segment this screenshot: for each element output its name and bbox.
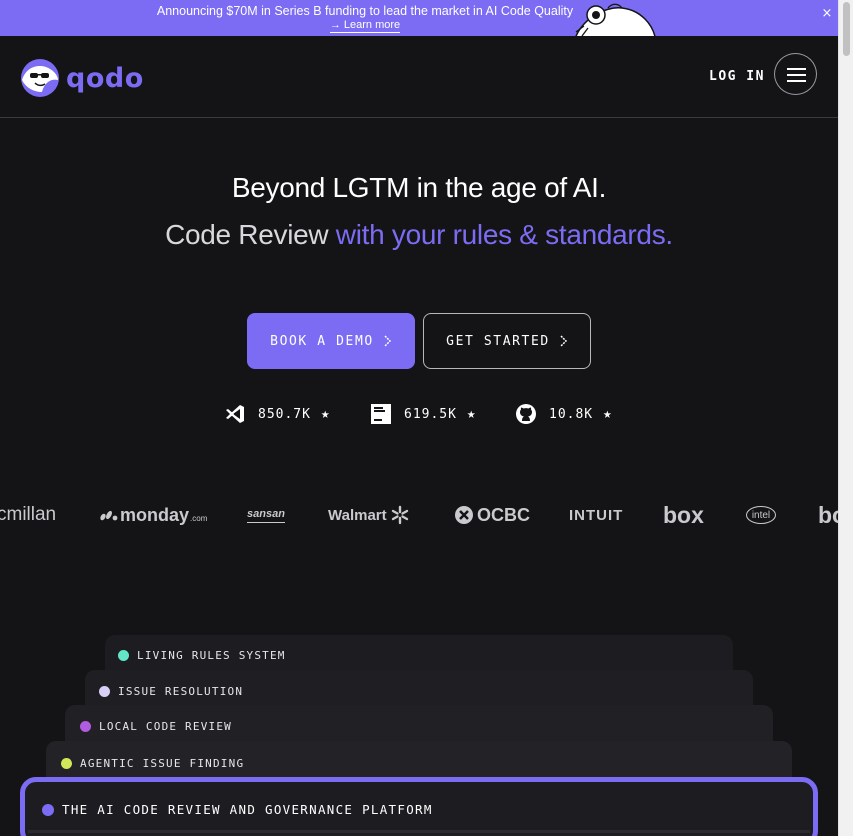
github-icon xyxy=(516,404,536,424)
status-dot-icon xyxy=(80,721,91,732)
login-button[interactable]: LOG IN xyxy=(709,69,765,84)
feature-label-issue-resolution: ISSUE RESOLUTION xyxy=(99,685,243,698)
status-dot-icon xyxy=(42,803,54,816)
status-dot-icon xyxy=(99,686,110,697)
feature-label-living-rules: LIVING RULES SYSTEM xyxy=(118,649,286,662)
book-demo-label: BOOK A DEMO xyxy=(270,333,374,349)
announcement-bar: Announcing $70M in Series B funding to l… xyxy=(0,0,838,36)
page: Announcing $70M in Series B funding to l… xyxy=(0,0,838,836)
vscode-icon xyxy=(226,405,244,423)
page-scrollbar[interactable] xyxy=(838,0,853,836)
scrollbar-thumb[interactable] xyxy=(843,2,850,56)
stat-value: 850.7K xyxy=(258,406,311,422)
qodo-logo-icon xyxy=(21,59,59,97)
status-dot-icon xyxy=(61,758,72,769)
book-demo-button[interactable]: BOOK A DEMO xyxy=(247,313,415,369)
feature-label-agentic-issue-finding: AGENTIC ISSUE FINDING xyxy=(61,757,244,770)
stat-value: 10.8K xyxy=(549,406,594,422)
hero-headline: Beyond LGTM in the age of AI. xyxy=(231,172,607,203)
chevron-right-icon xyxy=(560,335,567,347)
hamburger-menu-button[interactable] xyxy=(774,53,817,95)
jetbrains-icon xyxy=(371,404,391,424)
ocbc-mark-icon xyxy=(455,506,473,524)
hero-subheadline-plain: Code Review xyxy=(165,219,336,250)
logo-intel: intel xyxy=(746,506,776,524)
menu-line xyxy=(787,68,806,70)
star-icon: ★ xyxy=(320,406,331,422)
qodo-logo[interactable]: qodo xyxy=(20,58,144,98)
get-started-label: GET STARTED xyxy=(446,333,550,349)
logo-text: qodo xyxy=(66,62,144,94)
star-icon: ★ xyxy=(603,406,613,422)
card-divider xyxy=(28,830,810,833)
logo-box: box xyxy=(663,501,704,528)
logo-partial: bo xyxy=(818,501,838,528)
walmart-spark-icon xyxy=(391,505,408,525)
stat-vscode[interactable]: 850.7K ★ xyxy=(224,402,330,426)
chevron-right-icon xyxy=(384,335,391,347)
stat-value: 619.5K xyxy=(404,406,457,422)
logo-intuit: INTUIT xyxy=(569,506,624,524)
feature-label-local-code-review: LOCAL CODE REVIEW xyxy=(80,720,232,733)
star-icon: ★ xyxy=(466,406,477,422)
main-platform-card[interactable]: THE AI CODE REVIEW AND GOVERNANCE PLATFO… xyxy=(20,777,818,836)
close-announcement-icon[interactable]: × xyxy=(820,7,834,21)
logo-ocbc: OCBC xyxy=(454,500,530,530)
logo-macmillan: cmillan xyxy=(0,504,57,525)
logo-monday: monday .com xyxy=(100,500,207,530)
logo-sansan: sansan xyxy=(247,505,285,523)
stat-jetbrains[interactable]: 619.5K ★ xyxy=(370,402,476,426)
top-navigation: qodo LOG IN xyxy=(0,36,838,118)
hero-subheadline: Code Review with your rules & standards. xyxy=(0,219,838,251)
main-platform-label: THE AI CODE REVIEW AND GOVERNANCE PLATFO… xyxy=(42,802,433,817)
menu-line xyxy=(787,80,806,82)
status-dot-icon xyxy=(118,650,129,661)
customer-logo-strip: cmillan monday .com sansan Walmart OCBC xyxy=(0,500,838,530)
monday-mark-icon xyxy=(100,510,118,521)
learn-more-link[interactable]: → Learn more xyxy=(329,19,401,33)
install-stats: 850.7K ★ 619.5K ★ 10.8K ★ xyxy=(0,402,838,426)
stat-github[interactable]: 10.8K ★ xyxy=(515,402,613,426)
hero-subheadline-accent: with your rules & standards. xyxy=(335,219,673,250)
menu-line xyxy=(787,74,806,76)
get-started-button[interactable]: GET STARTED xyxy=(423,313,591,369)
logo-walmart: Walmart xyxy=(328,500,410,530)
mascot-illustration-icon xyxy=(575,3,656,36)
